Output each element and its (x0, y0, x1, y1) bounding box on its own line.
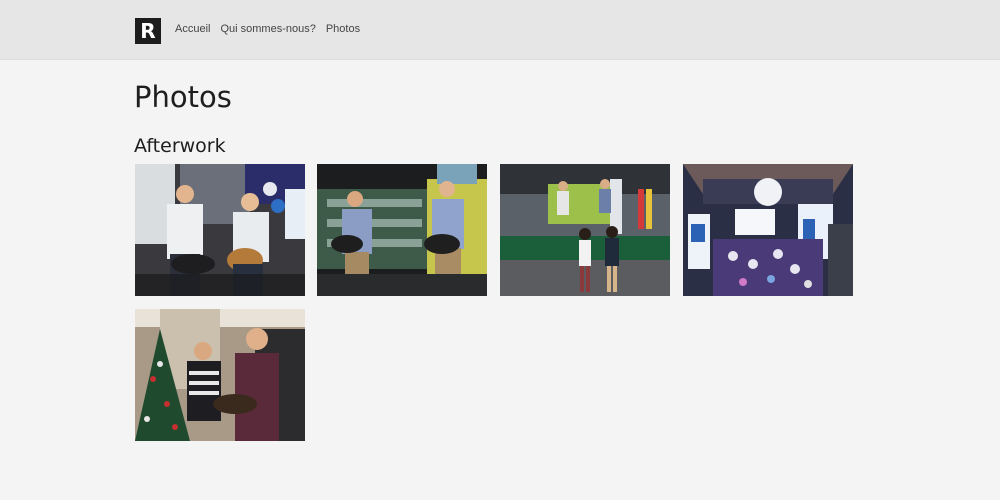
logo[interactable]: R (135, 18, 161, 44)
photo-image (500, 164, 670, 296)
photo-image (135, 309, 305, 441)
gallery-photo[interactable] (135, 164, 305, 296)
nav-links: Accueil Qui sommes-nous? Photos (175, 23, 360, 35)
gallery-photo[interactable] (317, 164, 487, 296)
photo-image (317, 164, 487, 296)
gallery-photo[interactable] (683, 164, 853, 296)
gallery-photo[interactable] (135, 309, 305, 441)
nav-link-accueil[interactable]: Accueil (175, 23, 210, 35)
gallery-photo[interactable] (500, 164, 670, 296)
nav-link-qui-sommes-nous[interactable]: Qui sommes-nous? (220, 23, 315, 35)
photo-image (683, 164, 853, 296)
page-title: Photos (134, 80, 232, 114)
photo-image (135, 164, 305, 296)
section-title: Afterwork (134, 135, 226, 157)
navbar: R Accueil Qui sommes-nous? Photos (0, 0, 1000, 60)
nav-link-photos[interactable]: Photos (326, 23, 360, 35)
